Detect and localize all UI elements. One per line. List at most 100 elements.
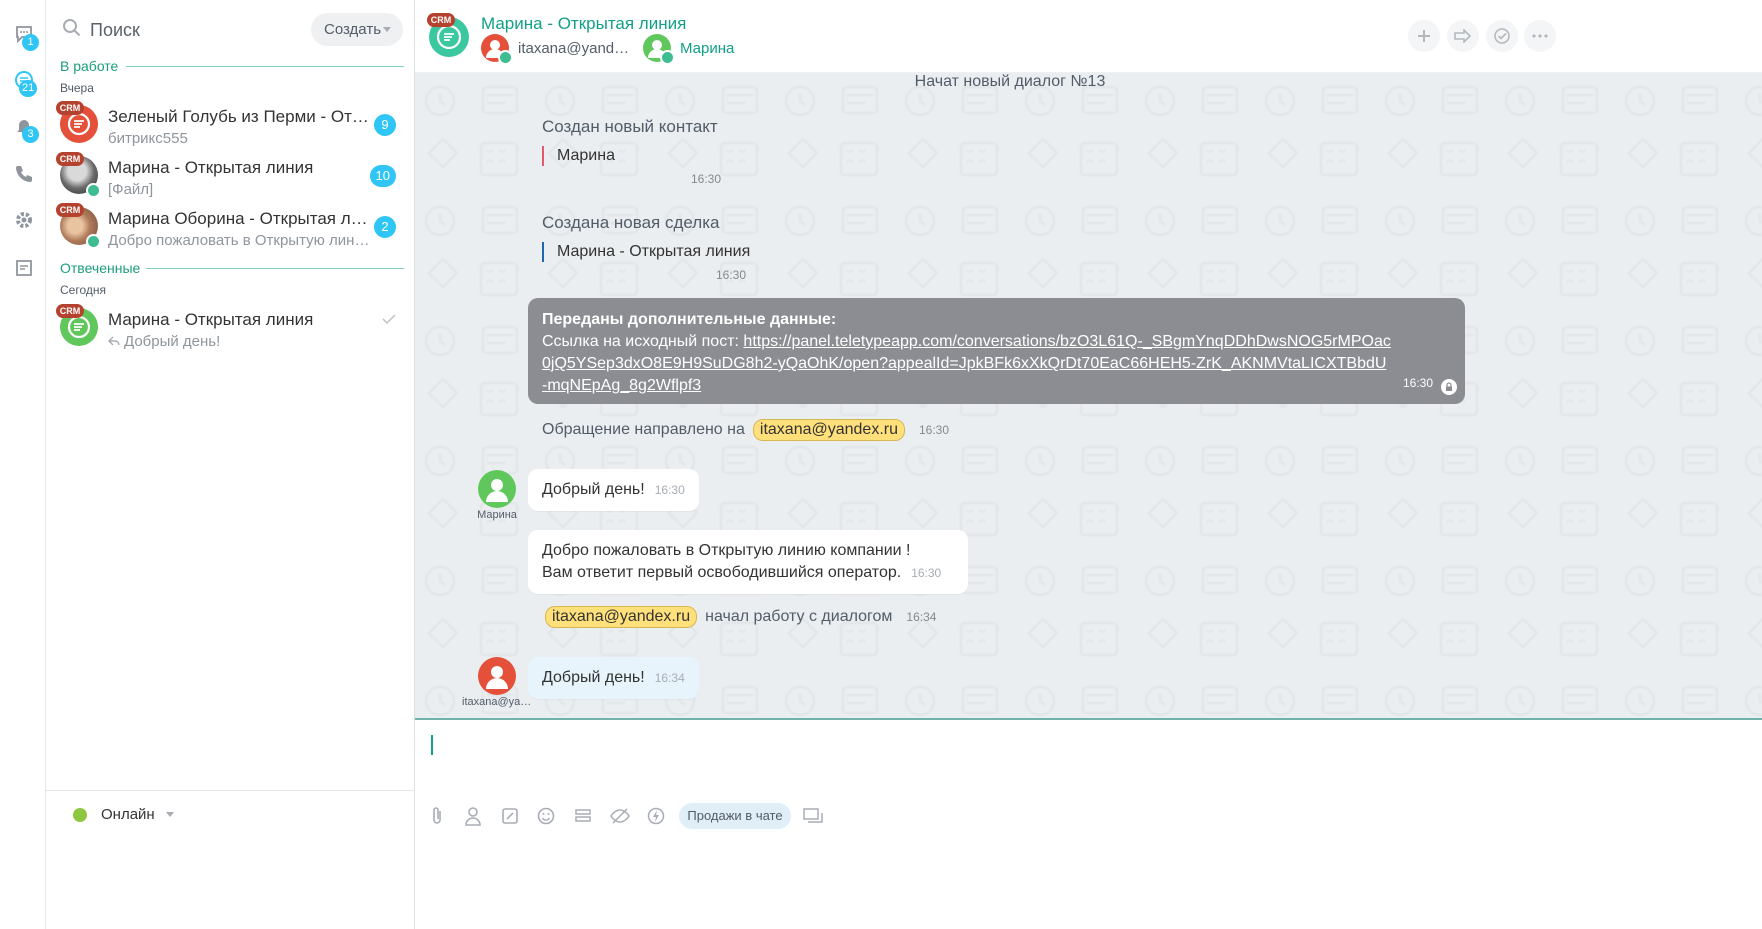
open-lines-rail-button[interactable]: 21 — [12, 68, 38, 97]
recent-item-title: Зеленый Голубь из Перми - Открытая линия — [108, 107, 373, 126]
message-time: 16:30 — [716, 268, 747, 282]
chevron-down-icon[interactable] — [166, 812, 174, 817]
status-bar: Онлайн — [46, 790, 415, 836]
operator-chip[interactable]: itaxana@yandex.ru — [481, 33, 633, 65]
user-mention[interactable]: itaxana@yandex.ru — [545, 606, 698, 628]
crown-icon — [498, 50, 513, 65]
started-text: начал работу с диалогом — [705, 608, 893, 625]
client-avatar[interactable] — [478, 470, 516, 508]
list-icon — [575, 809, 591, 822]
recent-item-subtitle: Добро пожаловать в Открытую линию компан… — [108, 232, 373, 249]
sales-in-chat-button[interactable]: Продажи в чате — [679, 803, 791, 829]
message-time: 16:30 — [911, 566, 942, 580]
lock-icon — [1441, 379, 1457, 395]
navigation-rail: 1 21 3 — [0, 0, 46, 929]
chat-panel: CRM Марина - Открытая линия itaxana@yand… — [415, 0, 1762, 929]
online-status-icon[interactable] — [73, 808, 87, 822]
recent-item[interactable]: CRM Марина - Открытая линия Добрый день! — [46, 303, 414, 353]
crm-badge: CRM — [56, 101, 84, 115]
client-chip[interactable]: Марина — [643, 33, 734, 65]
plus-icon — [1418, 30, 1430, 42]
message-time: 16:30 — [654, 483, 685, 497]
message-time: 16:34 — [654, 671, 685, 685]
message-time: 16:30 — [691, 172, 722, 186]
message-time: 16:34 — [906, 610, 937, 624]
crm-badge: CRM — [56, 203, 84, 217]
recent-list-panel: Создать В работе Вчера CRM Зеленый Голуб… — [46, 0, 415, 929]
create-button-label: Создать — [324, 21, 382, 38]
create-button[interactable]: Создать — [311, 13, 403, 46]
status-label[interactable]: Онлайн — [101, 806, 155, 823]
chat-window-button[interactable] — [803, 806, 823, 826]
forwarded-notice: Обращение направлено на itaxana@yandex.r… — [542, 419, 949, 441]
dialog-title[interactable]: Марина - Открытая линия — [481, 14, 686, 34]
operator-name: itaxana@yandex.ru — [518, 39, 633, 57]
section-divider — [126, 66, 404, 67]
add-user-button[interactable] — [1408, 20, 1440, 52]
hidden-message-button[interactable] — [610, 806, 630, 826]
feed-rail-button[interactable] — [12, 256, 36, 280]
dialog-start-notice: Начат новый диалог №13 — [914, 73, 1106, 90]
operator-avatar[interactable] — [478, 657, 516, 695]
message-author: itaxana@yandex.ru — [462, 696, 532, 708]
forms-button[interactable] — [573, 806, 593, 826]
smile-button[interactable] — [536, 806, 556, 826]
check-icon — [382, 314, 396, 325]
message-text-line1: Добро пожаловать в Открытую линию компан… — [542, 542, 911, 559]
attach-button[interactable] — [427, 806, 447, 826]
chevron-down-icon — [383, 27, 391, 32]
unread-counter: 2 — [374, 216, 396, 238]
search-input[interactable] — [90, 14, 280, 46]
user-icon — [465, 807, 481, 826]
transfer-button[interactable] — [1447, 20, 1479, 52]
search-icon — [63, 19, 81, 37]
chats-badge: 1 — [22, 34, 39, 51]
lightning-button[interactable] — [646, 806, 666, 826]
message-composer[interactable]: Продажи в чате — [415, 718, 1762, 929]
phone-rail-button[interactable] — [12, 162, 36, 186]
recent-item-title: Марина - Открытая линия — [108, 158, 314, 177]
message-time: 16:30 — [1402, 376, 1433, 390]
chats-rail-button[interactable]: 1 — [12, 22, 39, 51]
deal-created-body[interactable]: Марина - Открытая линия — [542, 242, 750, 262]
forwarded-text: Обращение направлено на — [542, 421, 745, 438]
extra-data-message: Переданы дополнительные данные: Ссылка н… — [528, 298, 1465, 404]
check-circle-icon — [1494, 28, 1510, 44]
section-title-in-work: В работе — [60, 58, 119, 74]
eye-off-icon — [610, 808, 630, 824]
operator-started-notice: itaxana@yandex.ru начал работу с диалого… — [545, 606, 936, 628]
text-cursor — [431, 735, 433, 755]
crm-badge: CRM — [427, 13, 455, 27]
settings-rail-button[interactable] — [12, 208, 36, 232]
smile-icon — [537, 807, 555, 825]
operator-message: Добрый день! 16:34 — [528, 657, 699, 699]
client-avatar — [643, 34, 675, 65]
user-data-button[interactable] — [463, 806, 483, 826]
quick-answers-button[interactable] — [500, 806, 520, 826]
welcome-message: Добро пожаловать в Открытую линию компан… — [528, 530, 968, 594]
contact-created-body[interactable]: Марина — [542, 146, 615, 166]
client-message: Добрый день! 16:30 — [528, 469, 699, 511]
message-text: Добрый день! — [542, 481, 645, 498]
unread-counter: 10 — [369, 165, 396, 187]
recent-item[interactable]: CRM Марина Оборина - Открытая линия Добр… — [46, 202, 414, 252]
recent-item[interactable]: CRM Зеленый Голубь из Перми - Открытая л… — [46, 100, 414, 150]
operator-avatar — [481, 34, 513, 65]
section-divider — [146, 268, 404, 269]
recent-item[interactable]: CRM Марина - Открытая линия [Файл] 10 — [46, 151, 414, 201]
recent-item-title: Марина - Открытая линия — [108, 310, 314, 329]
user-icon — [486, 666, 508, 689]
edit-icon — [502, 808, 518, 824]
feed-icon — [16, 260, 32, 276]
message-list[interactable]: Начат новый диалог №13 Создан новый конт… — [415, 73, 1762, 718]
more-button[interactable] — [1524, 20, 1556, 52]
reply-icon — [108, 336, 120, 346]
user-mention[interactable]: itaxana@yandex.ru — [752, 419, 905, 441]
date-label-yesterday: Вчера — [60, 81, 94, 95]
notifications-rail-button[interactable]: 3 — [12, 114, 39, 143]
open-line-badge-icon — [86, 183, 101, 198]
search-bar: Создать — [46, 0, 415, 60]
recent-item-title: Марина Оборина - Открытая линия — [108, 209, 373, 228]
finish-dialog-button[interactable] — [1486, 20, 1518, 52]
message-text-line2: Вам ответит первый освободившийся операт… — [542, 564, 902, 581]
